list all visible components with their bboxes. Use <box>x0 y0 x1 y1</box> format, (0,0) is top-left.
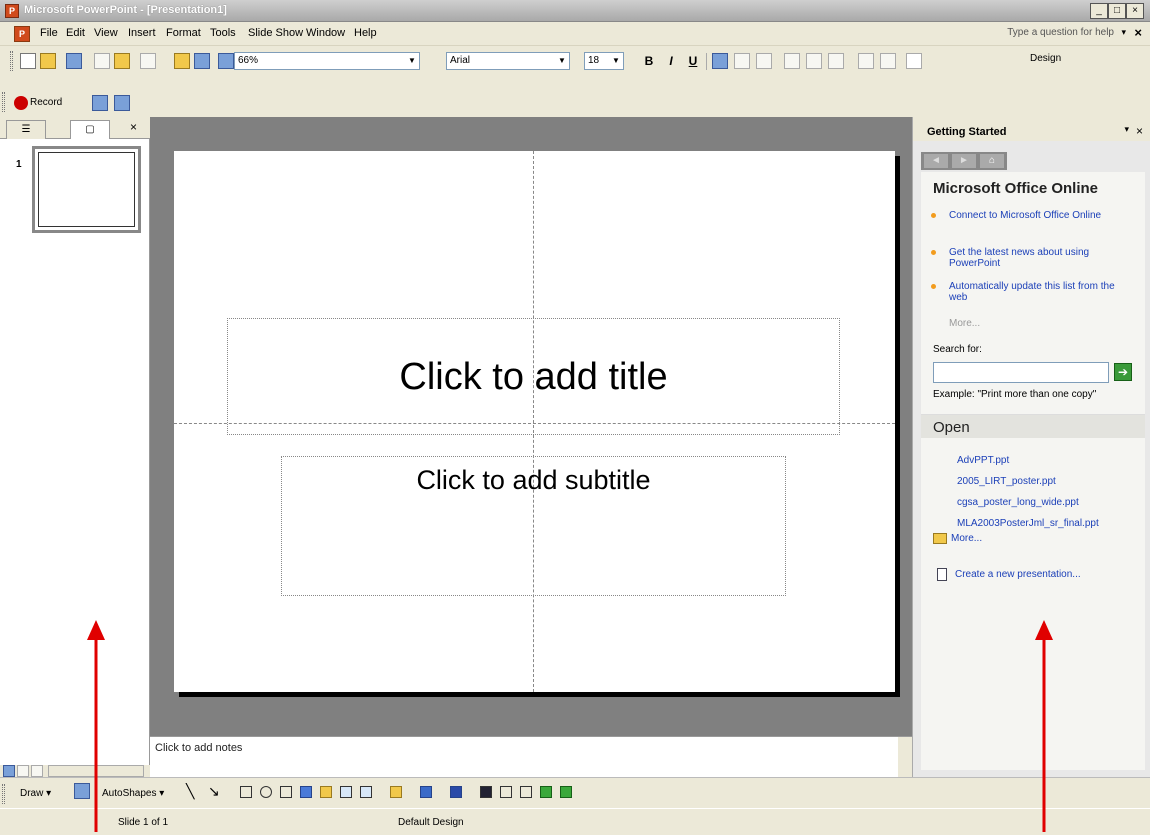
powerpoint-window: P Microsoft PowerPoint - [Presentation1]… <box>0 0 1150 835</box>
red-arrow-left <box>87 620 105 832</box>
annotation-overlay <box>87 620 1053 832</box>
arrow-head <box>87 620 105 640</box>
arrow-head <box>1035 620 1053 640</box>
red-arrow-right <box>1035 620 1053 832</box>
